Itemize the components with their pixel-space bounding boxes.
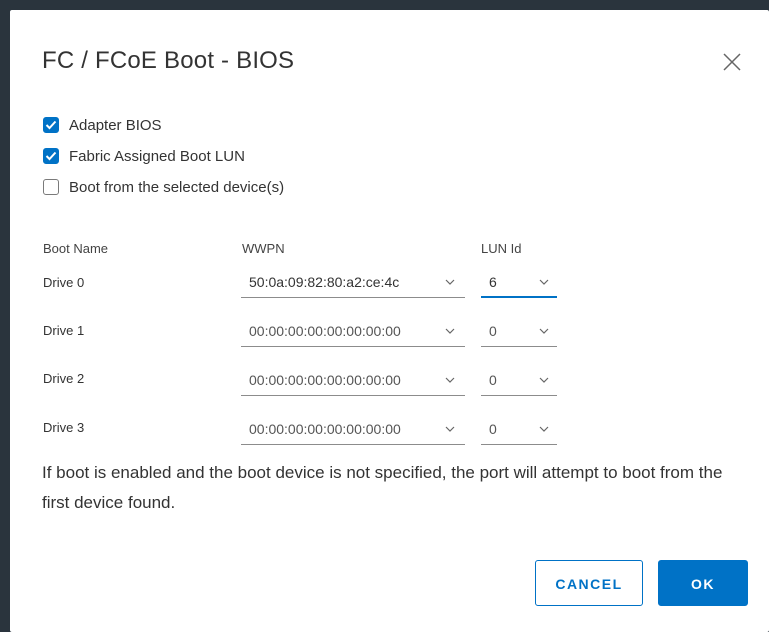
drive-1-wwpn-value: 00:00:00:00:00:00:00:00: [249, 323, 401, 339]
dialog-title: FC / FCoE Boot - BIOS: [42, 47, 295, 74]
drive-2-label: Drive 2: [43, 371, 85, 386]
fabric-assigned-boot-lun-label: Fabric Assigned Boot LUN: [69, 147, 245, 165]
fabric-assigned-boot-lun-checkbox[interactable]: Fabric Assigned Boot LUN: [43, 146, 245, 166]
drive-3-lun-select[interactable]: 0: [481, 415, 557, 445]
chevron-down-icon: [445, 279, 455, 285]
wwpn-header: WWPN: [242, 241, 285, 256]
checkbox-checked-icon[interactable]: [43, 148, 59, 164]
drive-2-lun-value: 0: [489, 372, 497, 388]
backdrop: [0, 0, 769, 10]
adapter-bios-checkbox[interactable]: Adapter BIOS: [43, 115, 162, 135]
drive-3-wwpn-select[interactable]: 00:00:00:00:00:00:00:00: [241, 415, 465, 445]
drive-3-wwpn-value: 00:00:00:00:00:00:00:00: [249, 421, 401, 437]
boot-name-header: Boot Name: [43, 241, 109, 256]
drive-2-lun-select[interactable]: 0: [481, 366, 557, 396]
lun-id-header: LUN Id: [481, 241, 522, 256]
chevron-down-icon: [539, 279, 549, 285]
drive-0-label: Drive 0: [43, 275, 85, 290]
backdrop-left: [0, 0, 10, 632]
close-icon[interactable]: [720, 50, 744, 74]
chevron-down-icon: [539, 426, 549, 432]
chevron-down-icon: [445, 377, 455, 383]
adapter-bios-label: Adapter BIOS: [69, 116, 162, 134]
chevron-down-icon: [539, 377, 549, 383]
chevron-down-icon: [539, 328, 549, 334]
drive-1-lun-select[interactable]: 0: [481, 317, 557, 347]
boot-from-selected-checkbox[interactable]: Boot from the selected device(s): [43, 177, 284, 197]
drive-1-wwpn-select[interactable]: 00:00:00:00:00:00:00:00: [241, 317, 465, 347]
info-text: If boot is enabled and the boot device i…: [42, 463, 723, 512]
chevron-down-icon: [445, 426, 455, 432]
drive-2-wwpn-select[interactable]: 00:00:00:00:00:00:00:00: [241, 366, 465, 396]
drive-0-wwpn-value: 50:0a:09:82:80:a2:ce:4c: [249, 274, 400, 290]
checkbox-unchecked-icon[interactable]: [43, 179, 59, 195]
drive-3-label: Drive 3: [43, 420, 85, 435]
ok-button[interactable]: OK: [658, 560, 748, 606]
cancel-button[interactable]: CANCEL: [535, 560, 643, 606]
drive-0-lun-value: 6: [489, 274, 497, 290]
checkbox-checked-icon[interactable]: [43, 117, 59, 133]
chevron-down-icon: [445, 328, 455, 334]
boot-from-selected-label: Boot from the selected device(s): [69, 178, 285, 196]
drive-1-label: Drive 1: [43, 323, 85, 338]
drive-3-lun-value: 0: [489, 421, 497, 437]
drive-0-wwpn-select[interactable]: 50:0a:09:82:80:a2:ce:4c: [241, 268, 465, 298]
drive-1-lun-value: 0: [489, 323, 497, 339]
drive-0-lun-select[interactable]: 6: [481, 268, 557, 298]
drive-2-wwpn-value: 00:00:00:00:00:00:00:00: [249, 372, 401, 388]
boot-bios-dialog: FC / FCoE Boot - BIOS Adapter BIOS Fabri…: [10, 10, 769, 632]
